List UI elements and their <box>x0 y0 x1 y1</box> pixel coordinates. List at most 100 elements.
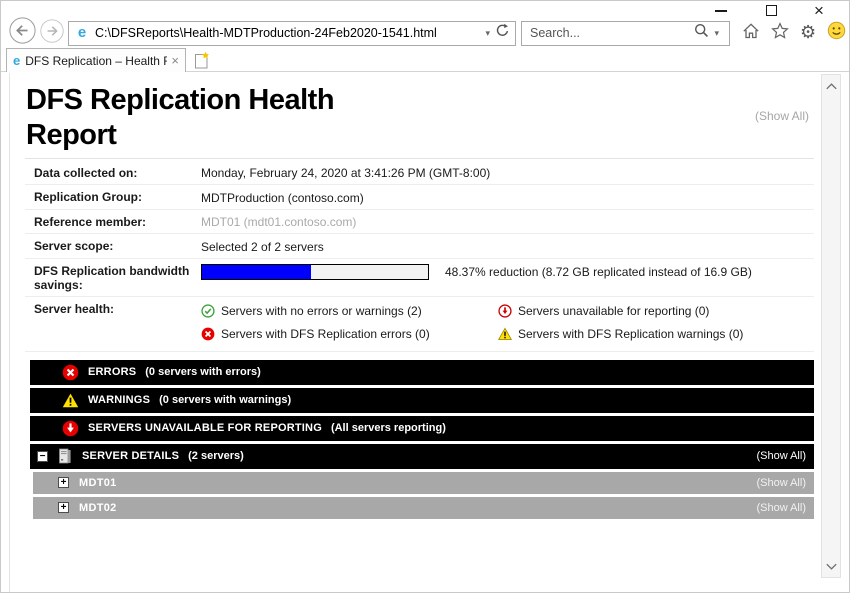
report-header: DFS Replication Health Report (Show All) <box>25 83 814 159</box>
error-circle-icon <box>201 327 215 341</box>
new-tab-icon <box>194 51 210 70</box>
server-name: MDT01 <box>79 477 117 489</box>
section-servers-unavailable[interactable]: SERVERS UNAVAILABLE FOR REPORTING (All s… <box>30 416 814 441</box>
tab-close-icon[interactable]: × <box>171 53 179 68</box>
server-icon <box>57 448 73 464</box>
scroll-down-button[interactable] <box>822 557 840 575</box>
minimize-icon <box>715 10 727 12</box>
expand-icon[interactable]: + <box>58 502 69 513</box>
toolbar-icons: ⚙ <box>742 21 846 45</box>
address-input[interactable] <box>95 26 480 40</box>
field-value: Selected 2 of 2 servers <box>201 239 814 254</box>
address-bar[interactable]: e ▾ <box>68 21 516 46</box>
home-button[interactable] <box>742 22 760 45</box>
page-title: DFS Replication Health Report <box>26 83 426 154</box>
search-box[interactable]: ▾ <box>521 21 730 46</box>
search-icon <box>694 23 709 38</box>
field-label: Data collected on: <box>25 166 201 180</box>
health-item-text: Servers with no errors or warnings (2) <box>221 304 422 318</box>
health-item-warnings: Servers with DFS Replication warnings (0… <box>498 327 814 341</box>
warning-triangle-icon <box>498 327 512 341</box>
field-row-data-collected: Data collected on: Monday, February 24, … <box>25 161 814 186</box>
field-row-server-scope: Server scope: Selected 2 of 2 servers <box>25 234 814 259</box>
server-show-all-link[interactable]: (Show All) <box>756 502 806 514</box>
check-circle-icon <box>201 304 215 318</box>
search-dropdown-icon[interactable]: ▾ <box>714 28 719 39</box>
address-dropdown-icon[interactable]: ▾ <box>485 28 490 39</box>
search-button[interactable] <box>694 23 709 43</box>
section-title: WARNINGS <box>88 394 150 406</box>
refresh-button[interactable] <box>495 23 510 43</box>
new-tab-button[interactable] <box>191 50 213 71</box>
section-warnings[interactable]: WARNINGS (0 servers with warnings) <box>30 388 814 413</box>
window-titlebar: × <box>1 1 849 19</box>
field-label: Server health: <box>25 302 201 316</box>
browser-toolbar: e ▾ ▾ ⚙ <box>1 19 849 47</box>
tab-title: DFS Replication – Health Re... <box>25 54 167 68</box>
health-item-text: Servers with DFS Replication errors (0) <box>221 327 430 341</box>
collapse-icon[interactable]: − <box>37 451 48 462</box>
settings-button[interactable]: ⚙ <box>800 24 816 43</box>
forward-button[interactable] <box>40 19 64 48</box>
section-detail: (0 servers with warnings) <box>159 394 291 406</box>
back-button[interactable] <box>9 17 36 49</box>
favorites-icon <box>771 22 789 40</box>
section-errors[interactable]: ERRORS (0 servers with errors) <box>30 360 814 385</box>
field-row-reference-member: Reference member: MDT01 (mdt01.contoso.c… <box>25 210 814 235</box>
vertical-scrollbar[interactable] <box>821 74 841 578</box>
tab-dfs-replication-health-report[interactable]: e DFS Replication – Health Re... × <box>6 48 186 72</box>
report-show-all-link[interactable]: (Show All) <box>755 109 809 123</box>
field-label: Server scope: <box>25 239 201 253</box>
section-title: ERRORS <box>88 366 136 378</box>
report-content: DFS Replication Health Report (Show All)… <box>9 73 819 592</box>
close-icon: × <box>814 3 824 18</box>
tab-bar: e DFS Replication – Health Re... × <box>1 47 849 72</box>
report-sections: ERRORS (0 servers with errors) WARNINGS … <box>30 360 814 519</box>
field-row-bandwidth-savings: DFS Replication bandwidth savings: 48.37… <box>25 259 814 297</box>
chevron-up-icon <box>826 83 837 90</box>
field-label: Reference member: <box>25 215 201 229</box>
page-viewport: DFS Replication Health Report (Show All)… <box>1 73 849 592</box>
field-value: MDTProduction (contoso.com) <box>201 190 814 205</box>
feedback-smiley-icon <box>827 21 846 40</box>
section-detail: (0 servers with errors) <box>145 366 261 378</box>
section-server-details[interactable]: − SERVER DETAILS (2 servers) (Show All) <box>30 444 814 469</box>
expand-icon[interactable]: + <box>58 477 69 488</box>
chevron-down-icon <box>826 563 837 570</box>
close-button[interactable]: × <box>811 3 827 18</box>
favorites-button[interactable] <box>771 22 789 45</box>
feedback-button[interactable] <box>827 21 846 45</box>
search-input[interactable] <box>530 26 694 40</box>
server-row-mdt02[interactable]: + MDT02 (Show All) <box>33 497 814 519</box>
ie-icon: e <box>73 24 91 42</box>
field-label: Replication Group: <box>25 190 201 204</box>
field-row-replication-group: Replication Group: MDTProduction (contos… <box>25 185 814 210</box>
unavailable-circle-icon <box>62 420 79 437</box>
tab-favicon-ie-icon: e <box>13 52 20 70</box>
field-value: Monday, February 24, 2020 at 3:41:26 PM … <box>201 166 814 181</box>
error-circle-icon <box>62 364 79 381</box>
bandwidth-value: 48.37% reduction (8.72 GB replicated ins… <box>445 265 752 279</box>
scroll-up-button[interactable] <box>822 77 840 95</box>
section-detail: (All servers reporting) <box>331 422 446 434</box>
field-row-server-health: Server health: Servers with no errors or… <box>25 297 814 352</box>
section-detail: (2 servers) <box>188 450 244 462</box>
server-name: MDT02 <box>79 502 117 514</box>
back-icon <box>9 17 36 44</box>
minimize-button[interactable] <box>713 3 729 18</box>
health-item-text: Servers unavailable for reporting (0) <box>518 304 709 318</box>
maximize-icon <box>766 5 777 16</box>
bandwidth-progress-bar <box>201 264 429 280</box>
maximize-button[interactable] <box>763 3 779 18</box>
warning-triangle-icon <box>62 392 79 409</box>
server-row-mdt01[interactable]: + MDT01 (Show All) <box>33 472 814 494</box>
server-show-all-link[interactable]: (Show All) <box>756 477 806 489</box>
section-show-all-link[interactable]: (Show All) <box>756 450 806 462</box>
unavailable-circle-icon <box>498 304 512 318</box>
forward-icon <box>40 19 64 43</box>
section-title: SERVERS UNAVAILABLE FOR REPORTING <box>88 422 322 434</box>
field-value: MDT01 (mdt01.contoso.com) <box>201 215 814 230</box>
refresh-icon <box>495 23 510 38</box>
header-divider <box>25 158 814 159</box>
browser-window: { "window": { "icons": { "minimize": "th… <box>0 0 850 593</box>
